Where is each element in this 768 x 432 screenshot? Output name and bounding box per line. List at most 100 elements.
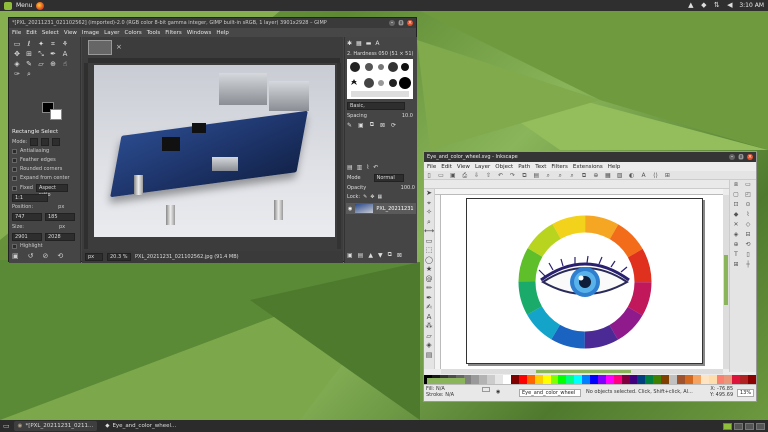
palette-swatch[interactable] [661,375,670,384]
measure-icon[interactable]: ⟷ [424,227,434,237]
menu-view[interactable]: View [457,164,470,170]
new-doc-icon[interactable]: ▯ [425,172,433,179]
ungroup-icon[interactable]: ▧ [616,172,624,179]
export-icon[interactable]: ⇧ [485,172,493,179]
palette-swatch[interactable] [582,375,591,384]
unit-select[interactable]: px [85,253,103,261]
inkscape-titlebar[interactable]: Eye_and_color_wheel.svg - Inkscape – □ × [424,152,756,162]
menu-extensions[interactable]: Extensions [573,164,603,170]
palette-swatch[interactable] [487,375,496,384]
duplicate-icon[interactable]: ⧉ [580,172,588,179]
opacity-row[interactable]: Opacity 100.0 [347,184,415,192]
tweak-icon[interactable]: ✧ [424,208,434,218]
delete-layer-icon[interactable]: ⊠ [397,252,402,259]
close-image-icon[interactable]: × [116,43,122,51]
zoom-selection-icon[interactable]: ⌕ [544,172,552,179]
eraser-icon[interactable]: ▱ [36,60,46,69]
menu-layer[interactable]: Layer [475,164,490,170]
opacity-box[interactable] [482,387,490,392]
antialiasing-checkbox[interactable] [12,148,17,154]
color-picker-icon[interactable]: ✑ [12,70,22,79]
menu-image[interactable]: Image [82,30,99,36]
palette-swatch[interactable] [510,375,519,384]
update-icon[interactable]: ◆ [700,2,707,9]
brush-preset-select[interactable]: Basic, [347,102,405,110]
palette-swatch[interactable] [597,375,606,384]
xml-editor-icon[interactable]: ⟨⟩ [652,172,660,179]
snap-bbox-icon[interactable]: ▭ [742,180,754,190]
spray-icon[interactable]: ⁂ [424,322,434,332]
volume-icon[interactable]: ◀ [726,2,733,9]
fuzzy-select-icon[interactable]: ✦ [36,40,46,49]
menu-help[interactable]: Help [216,30,229,36]
pencil-icon[interactable]: ✏ [424,284,434,294]
palette-swatch[interactable] [700,375,709,384]
spacing-value[interactable]: 10.0 [402,113,413,119]
bucket-icon[interactable]: ◈ [424,341,434,351]
palette-swatch[interactable] [621,375,630,384]
delete-brush-icon[interactable]: ⊠ [380,122,385,129]
image-canvas[interactable] [94,65,335,237]
opacity-value[interactable]: 100.0 [401,185,415,191]
snap-cusp-icon[interactable]: ◇ [742,220,754,230]
expand-row[interactable]: Expand from center [12,175,70,181]
align-icon[interactable]: ⊞ [24,50,34,59]
menu-help[interactable]: Help [608,164,621,170]
expand-checkbox[interactable] [12,175,17,181]
palette-swatch[interactable] [708,375,717,384]
taskbar-inkscape[interactable]: ◆ Eye_and_color_wheel... [101,421,180,431]
snap-rotation-icon[interactable]: ⟲ [742,240,754,250]
maximize-button[interactable]: □ [398,20,404,26]
snap-smooth-icon[interactable]: ◈ [730,230,742,240]
fill-stroke-icon[interactable]: ◐ [628,172,636,179]
vertical-scrollbar[interactable] [337,63,341,249]
gimp-titlebar[interactable]: *[PXL_20211231_021102562] (imported)-2.0… [9,18,416,28]
snap-grid-icon[interactable]: ⊞ [730,260,742,270]
size-h-field[interactable]: 2028 [45,233,75,241]
network-icon[interactable]: ⇅ [713,2,720,9]
workspace-3[interactable] [745,422,754,430]
size-w-field[interactable]: 2901 [12,233,42,241]
snap-guide-icon[interactable]: ┼ [742,260,754,270]
snap-intersections-icon[interactable]: ✕ [730,220,742,230]
lasso-icon[interactable]: ℓ [24,40,34,49]
snap-object-center-icon[interactable]: ⊕ [730,240,742,250]
scroll-thumb[interactable] [724,255,728,305]
palette-swatch[interactable] [724,375,733,384]
layer-item[interactable]: ◉ PXL_20211231 [346,203,416,214]
snap-center-icon[interactable]: ⊙ [742,200,754,210]
align-icon[interactable]: ⊞ [663,172,671,179]
paintbrush-icon[interactable]: ✎ [24,60,34,69]
feather-row[interactable]: Feather edges [12,157,56,163]
snap-edges-icon[interactable]: ▢ [730,190,742,200]
snap-nodes-icon[interactable]: ◆ [730,210,742,220]
new-brush-icon[interactable]: ▣ [358,122,364,129]
brush-grid[interactable] [347,59,413,99]
close-button[interactable]: × [747,154,753,160]
layers-tab-icon[interactable]: ▤ [347,164,353,171]
fg-bg-colors[interactable] [42,102,64,122]
3dbox-icon[interactable]: ⬚ [424,246,434,256]
menu-file[interactable]: File [427,164,436,170]
bucket-icon[interactable]: ◈ [12,60,22,69]
warp-icon[interactable]: ⚘ [60,40,70,49]
new-layer-icon[interactable]: ▣ [347,252,353,259]
brushes-tab-icon[interactable]: ✱ [347,40,352,47]
new-group-icon[interactable]: ▤ [358,252,364,259]
group-icon[interactable]: ▦ [604,172,612,179]
layer-mode-select[interactable]: Normal [373,174,404,182]
minimize-button[interactable]: – [389,20,395,26]
size-unit[interactable]: px [59,224,65,230]
node-icon[interactable]: ⌖ [424,199,434,209]
mode-add-icon[interactable] [41,138,50,146]
menu-object[interactable]: Object [495,164,513,170]
palette-swatch[interactable] [526,375,535,384]
palette-swatch[interactable] [518,375,527,384]
menu-file[interactable]: File [12,30,21,36]
menu-text[interactable]: Text [535,164,546,170]
import-icon[interactable]: ⇩ [473,172,481,179]
position-x-field[interactable]: 747 [12,213,42,221]
highlight-row[interactable]: Highlight [12,243,43,249]
menu-colors[interactable]: Colors [124,30,141,36]
palette-swatch[interactable] [503,375,511,384]
